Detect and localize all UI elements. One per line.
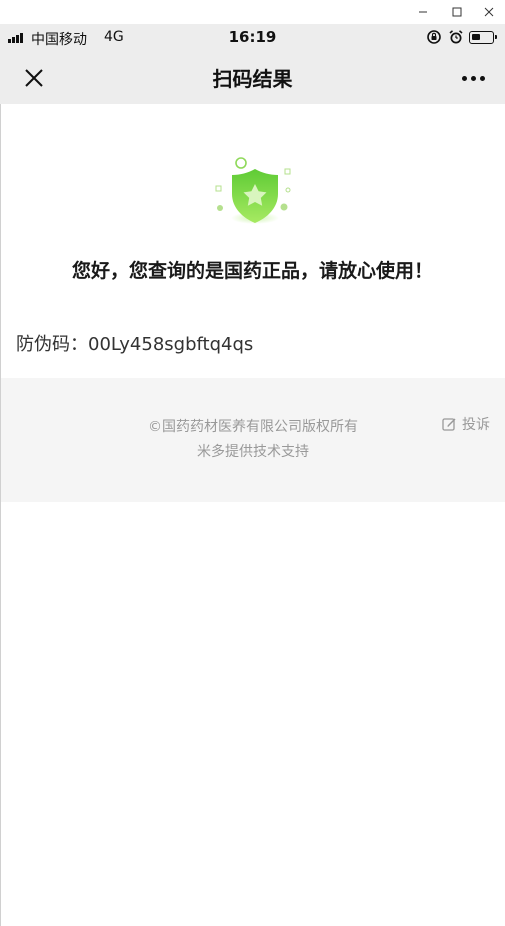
more-button[interactable] bbox=[456, 68, 490, 88]
footer: ©国药药材医养有限公司版权所有 米多提供技术支持 投诉 bbox=[1, 378, 505, 502]
minimize-button[interactable] bbox=[406, 0, 440, 24]
minimize-icon bbox=[419, 11, 427, 13]
code-label: 防伪码： bbox=[16, 334, 88, 355]
alarm-icon bbox=[449, 30, 463, 44]
more-icon bbox=[461, 75, 467, 81]
code-value: 00Ly458sgbftq4qs bbox=[88, 334, 254, 355]
close-icon bbox=[484, 7, 494, 17]
maximize-icon bbox=[452, 7, 462, 17]
battery-level bbox=[472, 34, 480, 40]
verified-shield-icon bbox=[215, 157, 291, 224]
window-titlebar bbox=[0, 0, 505, 24]
battery-icon bbox=[469, 31, 497, 44]
edit-icon bbox=[442, 417, 456, 431]
nav-bar: 扫码结果 bbox=[0, 52, 505, 104]
copyright-text: ©国药药材医养有限公司版权所有 bbox=[148, 419, 358, 435]
rotation-lock-icon bbox=[427, 30, 441, 44]
page-title: 扫码结果 bbox=[212, 67, 293, 91]
window-close-button[interactable] bbox=[472, 0, 505, 24]
complain-button[interactable]: 投诉 bbox=[442, 414, 490, 434]
powered-by-text: 米多提供技术支持 bbox=[197, 444, 309, 460]
complain-label: 投诉 bbox=[462, 417, 490, 433]
result-message: 您好，您查询的是国药正品，请放心使用！ bbox=[71, 260, 433, 282]
maximize-button[interactable] bbox=[440, 0, 474, 24]
status-bar: 中国移动 4G 16:19 bbox=[0, 24, 505, 52]
anti-fake-code-row: 防伪码：00Ly458sgbftq4qs bbox=[16, 330, 253, 356]
